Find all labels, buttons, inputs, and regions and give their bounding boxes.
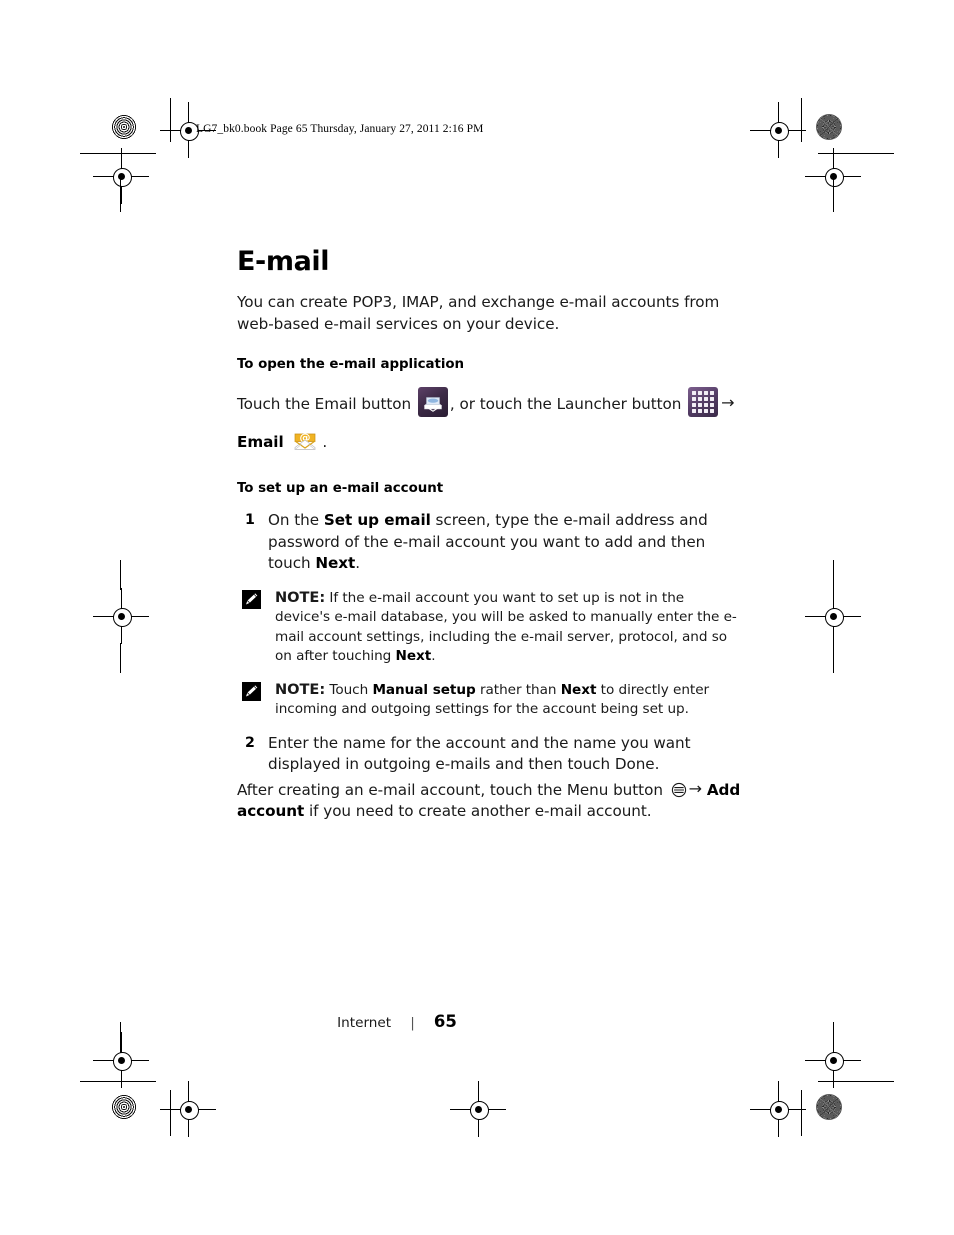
note-1-label: NOTE: (275, 588, 326, 606)
density-patch-bottom-left (111, 1094, 137, 1120)
registration-mark-middle-right (805, 588, 861, 644)
note-1-text-a: If the e-mail account you want to set up… (275, 589, 737, 665)
note-2-bold-b: Next (560, 681, 597, 698)
step-item-2: 2 Enter the name for the account and the… (237, 733, 742, 776)
density-patch-top-left (111, 114, 137, 140)
note-2-text-b: rather than (475, 681, 561, 698)
step-item-1: 1 On the Set up email screen, type the e… (237, 510, 742, 575)
registration-mark-top-left-outer (93, 148, 149, 204)
registration-mark-bottom-center (450, 1081, 506, 1137)
trim-line-br-horizontal (818, 1081, 894, 1082)
registration-mark-top-right-inner (750, 102, 806, 158)
manual-page: LG7_bk0.book Page 65 Thursday, January 2… (0, 0, 954, 1235)
registration-mark-bottom-left-inner (160, 1081, 216, 1137)
step-2-text-a: Enter the name for the account and the n… (268, 733, 691, 774)
printer-slug-text: LG7_bk0.book Page 65 Thursday, January 2… (196, 123, 484, 135)
note-2-label: NOTE: (275, 680, 326, 698)
density-patch-top-right (816, 114, 842, 140)
footer-page-number: 65 (433, 1012, 457, 1031)
section-heading-set-up-account: To set up an e-mail account (237, 481, 444, 496)
email-label: Email (237, 433, 284, 451)
step-1-bold-b: Next (315, 554, 356, 572)
registration-mark-bottom-right-inner (750, 1081, 806, 1137)
registration-mark-bottom-left-outer (93, 1032, 149, 1088)
trim-line-ml-top (120, 560, 121, 590)
trim-line-bl-horizontal (80, 1081, 156, 1082)
section-heading-open-application: To open the e-mail application (237, 357, 465, 372)
note-pencil-icon-glyph (242, 589, 261, 609)
email-app-icon (417, 387, 448, 417)
registration-mark-bottom-right-outer (805, 1032, 861, 1088)
arrow-right-icon-closing: → (688, 778, 703, 798)
intro-paragraph: You can create POP3, IMAP, and exchange … (237, 293, 720, 333)
step-1-text-a: On the (268, 511, 324, 529)
trim-line-tr-tail (833, 176, 834, 212)
note-2-text-a: Touch (325, 681, 373, 698)
trim-line-tl-tail (120, 176, 121, 212)
launcher-grid-icon (688, 387, 719, 417)
touch-email-text: Touch the Email button (237, 395, 412, 413)
menu-button-icon (671, 782, 687, 798)
note-2-bold-a: Manual setup (372, 681, 476, 698)
page-title: E-mail (237, 246, 330, 277)
menu-button-icon-glyph (671, 782, 686, 797)
registration-mark-middle-left (93, 588, 149, 644)
setup-steps-list: 1 On the Set up email screen, type the e… (237, 510, 742, 575)
email-trailing-period: . (322, 433, 328, 451)
page-content: E-mail You can create POP3, IMAP, and ex… (237, 248, 742, 835)
email-at-icon: @ (290, 425, 320, 455)
note-pencil-icon-glyph (242, 681, 261, 701)
footer-chapter-label: Internet (337, 1015, 392, 1031)
email-app-line: Email @ . (237, 425, 742, 459)
closing-text-a: After creating an e-mail account, touch … (237, 780, 668, 799)
footer-inner: Internet | 65 (337, 1012, 457, 1031)
note-block-2: NOTE: Touch Manual setup rather than Nex… (237, 680, 742, 720)
trim-line-mr-bottom (833, 643, 834, 673)
or-touch-launcher-text: , or touch the Launcher button (449, 395, 682, 413)
note-block-1: NOTE: If the e-mail account you want to … (237, 588, 742, 667)
trim-line-mr-top (833, 560, 834, 590)
open-application-instructions: Touch the Email button , or touch the La… (237, 386, 742, 421)
step-number-2: 2 (245, 734, 255, 751)
email-at-icon-glyph: @ (295, 431, 316, 450)
closing-paragraph: After creating an e-mail account, touch … (237, 778, 742, 823)
step-1-bold-a: Set up email (323, 511, 431, 529)
trim-line-ml-bottom (120, 643, 121, 673)
density-patch-bottom-right (816, 1094, 842, 1120)
note-1-bold-a: Next (395, 648, 432, 664)
step-number-1: 1 (245, 512, 255, 528)
arrow-right-icon: → (721, 393, 735, 412)
note-pencil-icon (242, 589, 261, 609)
page-footer: Internet | 65 (0, 1012, 954, 1031)
footer-separator: | (410, 1015, 415, 1031)
launcher-grid-cells (692, 391, 715, 413)
note-pencil-icon (242, 681, 261, 701)
setup-steps-list-continued: 2 Enter the name for the account and the… (237, 733, 742, 776)
note-1-text-b: . (431, 648, 436, 664)
email-app-icon-glyph (424, 397, 442, 412)
step-1-text-c: . (355, 554, 361, 572)
closing-text-c: if you need to create another e-mail acc… (304, 802, 652, 820)
